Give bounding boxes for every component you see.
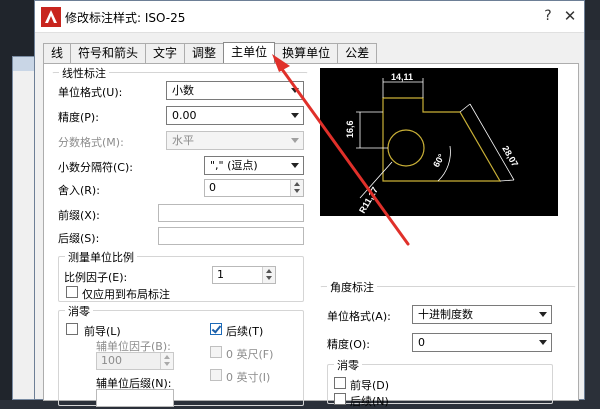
tab-primary-units[interactable]: 主单位 [223, 42, 276, 65]
preview-geometry [382, 97, 502, 182]
preview-drawing: 14,11 16,6 28,07 60° R11,17 [345, 72, 520, 215]
svg-text:R11,17: R11,17 [357, 185, 380, 215]
zero-inches-checkbox[interactable] [210, 369, 222, 381]
svg-text:16,6: 16,6 [345, 120, 355, 138]
preview-dim-text: 14,11 16,6 28,07 60° R11,17 [345, 72, 520, 215]
leading-zero-label: 前导(L) [84, 325, 121, 338]
close-button[interactable]: ✕ [559, 5, 581, 27]
angular-group-title: 角度标注 [327, 279, 377, 295]
decimal-separator-select[interactable]: "," (逗点) [204, 156, 304, 175]
trailing-zero-checkbox[interactable] [210, 323, 222, 335]
layout-only-checkbox[interactable] [66, 286, 78, 298]
unit-format-label: 单位格式(U): [58, 86, 123, 99]
tab-lines[interactable]: 线 [43, 43, 72, 63]
scale-factor-label: 比例因子(E): [64, 271, 128, 284]
chevron-down-icon [291, 138, 299, 143]
round-off-stepper[interactable]: 0 [204, 179, 304, 197]
tab-tolerances[interactable]: 公差 [337, 43, 378, 63]
angular-unit-format-label: 单位格式(A): [327, 310, 391, 323]
sub-unit-factor-stepper[interactable]: 100 [96, 352, 174, 370]
scale-group-title: 测量单位比例 [65, 249, 137, 265]
fraction-format-label: 分数格式(M): [58, 136, 124, 149]
prefix-input[interactable] [158, 204, 304, 222]
layout-only-label: 仅应用到布局标注 [82, 288, 170, 301]
spin-buttons[interactable] [160, 353, 173, 369]
angular-trailing-checkbox[interactable] [334, 393, 346, 405]
tab-fit[interactable]: 调整 [184, 43, 225, 63]
tab-symbols-arrows[interactable]: 符号和箭头 [70, 43, 147, 63]
help-button[interactable]: ? [537, 5, 559, 27]
tab-strip: 线符号和箭头 文字 调整 主单位 换算单位 公差 [43, 41, 378, 65]
leading-zero-checkbox[interactable] [66, 323, 78, 335]
svg-text:14,11: 14,11 [391, 72, 413, 82]
suffix-label: 后缀(S): [58, 232, 100, 245]
scale-factor-stepper[interactable]: 1 [212, 266, 276, 284]
angular-precision-label: 精度(O): [327, 338, 370, 351]
spin-buttons[interactable] [290, 180, 303, 196]
svg-text:60°: 60° [431, 152, 447, 169]
zero-inches-label: 0 英寸(I) [226, 371, 271, 384]
zero-group-title: 消零 [65, 303, 93, 319]
suffix-input[interactable] [158, 227, 304, 245]
trailing-zero-label: 后续(T) [226, 325, 264, 338]
round-off-label: 舍入(R): [58, 184, 100, 197]
fraction-format-select[interactable]: 水平 [166, 131, 304, 150]
angular-precision-select[interactable]: 0 [412, 333, 552, 352]
chevron-down-icon [539, 340, 547, 345]
angular-leading-checkbox[interactable] [334, 377, 346, 389]
chevron-down-icon [291, 163, 299, 168]
prefix-label: 前缀(X): [58, 209, 100, 222]
spin-buttons[interactable] [262, 267, 275, 283]
angular-unit-format-select[interactable]: 十进制度数 [412, 305, 552, 324]
tab-alternate-units[interactable]: 换算单位 [274, 43, 339, 63]
primary-units-page: 线性标注 单位格式(U): 小数 精度(P): 0.00 分数格式(M): 水平… [43, 63, 579, 408]
chevron-down-icon [291, 113, 299, 118]
precision-label: 精度(P): [58, 111, 99, 124]
chevron-down-icon [291, 88, 299, 93]
decimal-separator-label: 小数分隔符(C): [58, 161, 133, 174]
svg-text:28,07: 28,07 [500, 144, 520, 169]
precision-select[interactable]: 0.00 [166, 106, 304, 125]
unit-format-select[interactable]: 小数 [166, 81, 304, 100]
title-bar[interactable]: 修改标注样式: ISO-25 ? ✕ [35, 1, 584, 33]
tab-text[interactable]: 文字 [145, 43, 186, 63]
dialog-title: 修改标注样式: ISO-25 [65, 11, 186, 25]
zero-feet-checkbox[interactable] [210, 346, 222, 358]
dimension-style-dialog: 修改标注样式: ISO-25 ? ✕ 线符号和箭头 文字 调整 主单位 换算单位 公差 线… [34, 0, 585, 408]
linear-group-title: 线性标注 [59, 65, 109, 81]
dimension-preview: 14,11 16,6 28,07 60° R11,17 [320, 68, 558, 216]
preview-dim-lines [356, 78, 515, 199]
angular-leading-label: 前导(D) [350, 379, 390, 392]
angular-trailing-label: 后续(N) [350, 395, 389, 408]
angular-zero-title: 消零 [334, 357, 362, 373]
autocad-logo-icon [41, 7, 61, 27]
zero-feet-label: 0 英尺(F) [226, 348, 274, 361]
sub-unit-suffix-input[interactable] [96, 389, 174, 407]
chevron-down-icon [539, 312, 547, 317]
